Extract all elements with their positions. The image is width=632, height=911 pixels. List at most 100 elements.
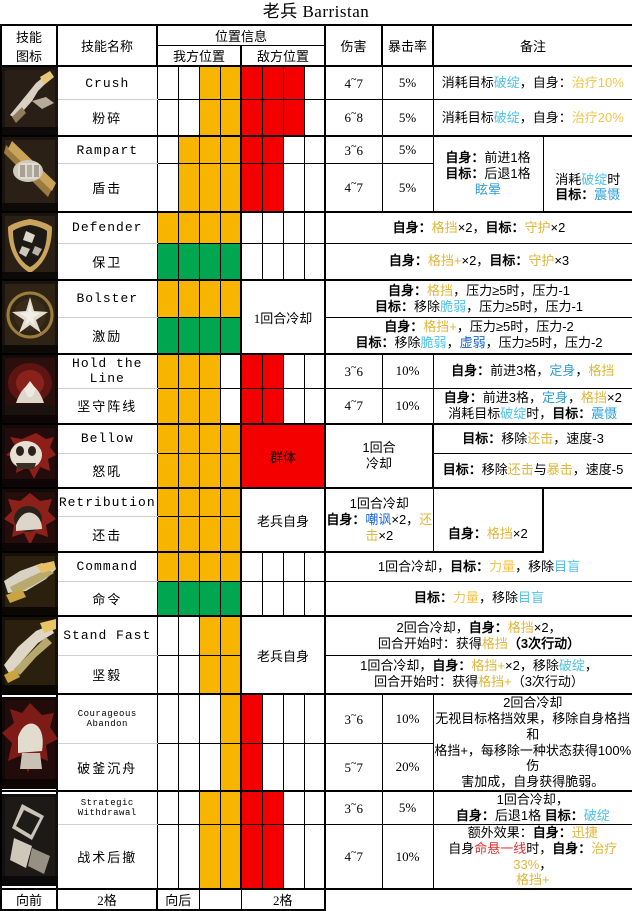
ally-pos-4 <box>220 791 242 825</box>
note-cell: 1回合冷却，自身：格挡+×2，移除破绽， 回合开始时：获得格挡+（3次行动） <box>325 655 632 695</box>
ally-pos-3 <box>199 243 221 281</box>
ally-pos-3 <box>199 616 221 656</box>
skill-icon-retribution <box>1 488 58 553</box>
enemy-pos-4 <box>304 99 327 137</box>
damage-value: 4~7 <box>325 824 383 891</box>
ally-pos-2 <box>178 488 200 518</box>
skill-icon-crush <box>1 66 58 137</box>
ally-pos-2 <box>178 616 200 656</box>
skill-icon-courageous-abandon <box>1 694 58 793</box>
enemy-pos-2 <box>262 552 284 582</box>
skill-name-cn: 盾击 <box>57 163 158 214</box>
skill-name-en: Strategic Withdrawal <box>57 791 158 825</box>
enemy-pos-1 <box>241 581 263 617</box>
ally-pos-2 <box>178 212 200 244</box>
enemy-pos-2 <box>262 99 284 137</box>
note-cell: 自身：格挡+，压力≥5时，压力-2 目标：移除脆弱，虚弱，压力≥5时，压力-2 <box>325 317 632 355</box>
ally-pos-1 <box>157 212 179 244</box>
ally-pos-2 <box>178 163 200 214</box>
ally-pos-4 <box>220 581 242 617</box>
enemy-pos-2 <box>262 354 284 389</box>
enemy-pos-3 <box>283 212 305 244</box>
courageous-abandon-icon <box>2 696 58 789</box>
enemy-pos-2 <box>262 743 284 793</box>
table-row: Defender 自身：格挡×2，目标：守护×2 <box>1 212 632 281</box>
ally-pos-4 <box>220 354 242 389</box>
ally-pos-3 <box>199 655 221 695</box>
enemy-pos-3 <box>283 66 305 100</box>
damage-value: 3~6 <box>325 354 383 389</box>
table-row: 坚守阵线 4~7 10% 自身：前进3格，定身，格挡×2 消耗目标破绽时，目标：… <box>1 388 632 425</box>
note-line3: 格挡+ <box>515 872 550 888</box>
ally-pos-3 <box>199 453 221 489</box>
note-side-cell: 消耗破绽时 目标：震慑 <box>543 163 632 214</box>
ally-pos-1 <box>157 424 179 454</box>
enemy-pos-4 <box>304 552 327 582</box>
note-cell: 额外效果：自身：迅捷 自身命悬一线时，自身：治疗33%， 格挡+ <box>433 824 632 891</box>
note-cell: 消耗目标破绽，自身：治疗20% <box>433 99 632 137</box>
enemy-pos-2 <box>262 212 284 244</box>
ally-pos-2 <box>178 424 200 454</box>
crush-icon <box>2 67 58 135</box>
note-line1: 2回合冷却 <box>503 695 563 710</box>
ally-pos-2 <box>178 388 200 425</box>
ally-pos-1 <box>157 243 179 281</box>
enemy-pos-1 <box>241 136 263 165</box>
ally-pos-2 <box>178 791 200 825</box>
enemy-pos-2 <box>262 243 284 281</box>
table-row: Hold the Line 3~6 10% 自身：前进3格，定身，格挡 <box>1 354 632 425</box>
ally-pos-1 <box>157 655 179 695</box>
header-crit: 暴击率 <box>382 25 435 67</box>
ally-pos-2 <box>178 743 200 793</box>
table-row: Rampart 3~6 5% 自身：前进1格 目标：后退1格 眩晕 <box>1 136 632 213</box>
note-cell: 自身：格挡，压力≥5时，压力-1 目标：移除脆弱，压力≥5时，压力-1 <box>325 280 632 318</box>
ally-pos-3 <box>199 424 221 454</box>
ally-pos-4 <box>220 453 242 489</box>
enemy-pos-3 <box>283 388 305 425</box>
ally-pos-1 <box>157 694 179 745</box>
table-row: 命令 目标：力量，移除目盲 <box>1 581 632 617</box>
skill-name-en: Courageous Abandon <box>57 694 158 745</box>
note-cell: 消耗目标破绽，自身：治疗10% <box>433 66 632 100</box>
enemy-pos-3 <box>283 99 305 137</box>
ally-pos-1 <box>157 99 179 137</box>
table-footer-row: 向前 2格 向后 2格 <box>1 889 632 911</box>
table-row: Strategic Withdrawal 3~6 5% 1回合冷却， 自身：后退… <box>1 791 632 891</box>
ally-pos-4 <box>220 388 242 425</box>
strategic-withdrawal-icon <box>2 794 58 887</box>
ally-pos-4 <box>220 212 242 244</box>
table-row: 保卫 自身：格挡+×2，目标：守护×3 <box>1 243 632 281</box>
ally-pos-3 <box>199 66 221 100</box>
ally-pos-1 <box>157 516 179 554</box>
header-enemy-position: 敌方位置 <box>241 45 327 67</box>
table-row: Courageous Abandon 3~6 10% 2回合冷却 无视目标格挡效… <box>1 694 632 793</box>
note-cell: 自身：前进1格 目标：后退1格 眩晕 <box>433 136 544 213</box>
skill-name-en: Command <box>57 552 158 582</box>
enemy-pos-1 <box>241 354 263 389</box>
enemy-pos-3 <box>283 163 305 214</box>
enemy-pos-1 <box>241 163 263 214</box>
note-cell: 目标：力量，移除目盲 <box>325 581 632 617</box>
enemy-area-label: 群体 <box>241 424 327 489</box>
ally-pos-1 <box>157 163 179 214</box>
skill-name-cn: 破釜沉舟 <box>57 743 158 793</box>
hold-the-line-icon <box>2 355 58 423</box>
note-line1: 1回合冷却， <box>496 792 569 808</box>
ally-pos-2 <box>178 581 200 617</box>
footer-spacer <box>199 889 242 911</box>
skill-name-cn: 怒吼 <box>57 453 158 489</box>
rampart-icon <box>2 137 58 211</box>
header-position: 位置信息 <box>157 25 327 46</box>
enemy-pos-1 <box>241 743 263 793</box>
enemy-area-label: 老兵自身 <box>241 616 327 695</box>
enemy-pos-4 <box>304 66 327 100</box>
skill-name-cn: 坚守阵线 <box>57 388 158 425</box>
note-cell: 自身：前进3格，定身，格挡×2 消耗目标破绽时，目标：震慑 <box>433 388 632 425</box>
ally-pos-1 <box>157 581 179 617</box>
ally-pos-2 <box>178 354 200 389</box>
damage-value: 3~6 <box>325 694 383 745</box>
damage-value: 4~7 <box>325 163 383 214</box>
skill-name-en: Retribution <box>57 488 158 518</box>
header-skill-name: 技能名称 <box>57 25 158 67</box>
skill-name-cn: 坚毅 <box>57 655 158 695</box>
